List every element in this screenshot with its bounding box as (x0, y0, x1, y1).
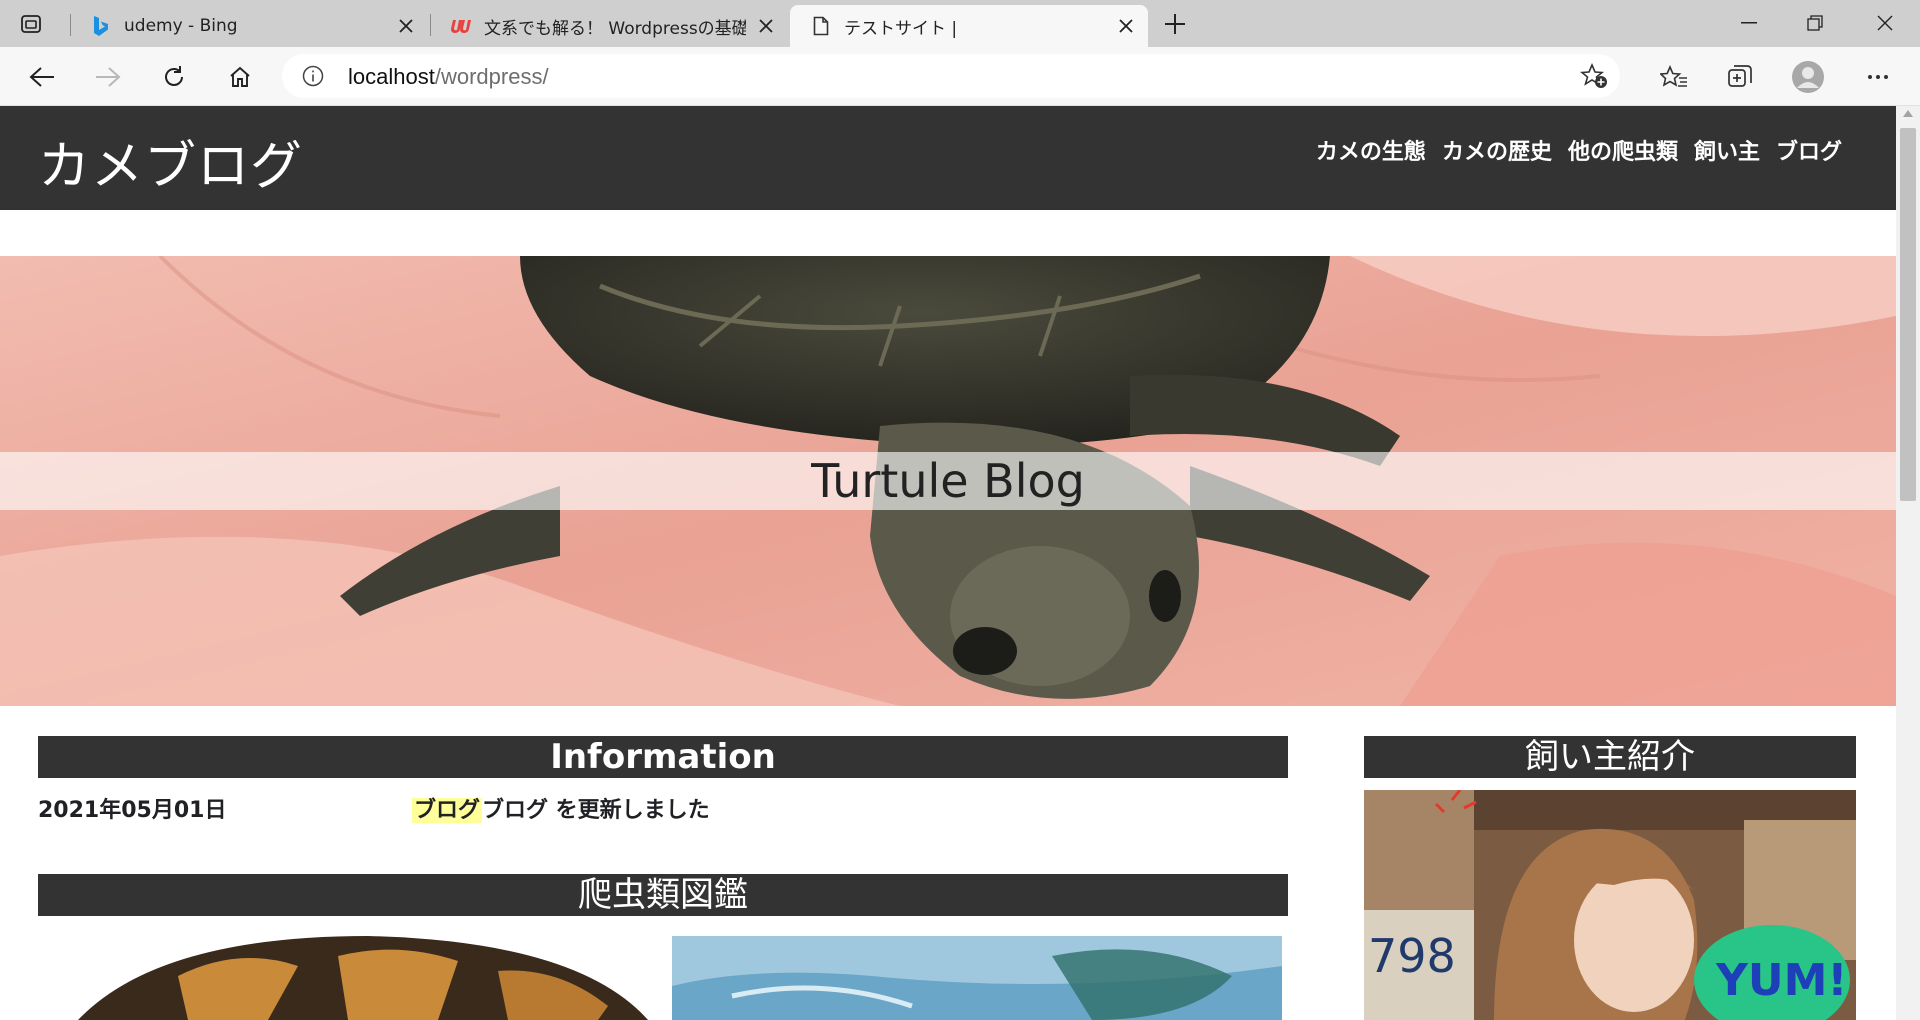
zukan-card-sea-turtle[interactable] (672, 936, 1282, 1020)
home-button[interactable] (220, 57, 260, 97)
tab-udemy[interactable]: 文系でも解る！ Wordpressの基礎( (430, 5, 788, 47)
minimize-icon (1741, 22, 1757, 24)
page-viewport: カメブログ カメの生態 カメの歴史 他の爬虫類 飼い主 ブログ Turtule … (0, 106, 1896, 1020)
favorites-icon (1660, 65, 1687, 87)
udemy-icon (450, 15, 472, 37)
nav-item-owner[interactable]: 飼い主 (1694, 134, 1760, 166)
information-item: 2021年05月01日 ブログブログ を更新しました (38, 792, 1288, 824)
browser-toolbar: localhost/wordpress/ (0, 47, 1920, 106)
settings-menu-button[interactable] (1858, 57, 1898, 97)
owner-photo[interactable]: YUM! 798 (1364, 790, 1856, 1020)
url-text[interactable]: localhost/wordpress/ (348, 64, 549, 90)
arrow-right-icon (96, 67, 121, 87)
add-favorite-icon[interactable] (1580, 63, 1608, 89)
owner-heading: 飼い主紹介 (1364, 736, 1856, 778)
tab-actions-button[interactable] (18, 11, 44, 37)
yum-sign-text: YUM! (1715, 955, 1847, 1006)
collections-icon (1728, 65, 1752, 87)
close-icon[interactable] (754, 14, 778, 38)
information-date: 2021年05月01日 (38, 798, 227, 823)
info-icon[interactable] (302, 65, 324, 87)
site-title[interactable]: カメブログ (38, 124, 303, 199)
restore-button[interactable] (1782, 0, 1848, 46)
information-heading: Information (38, 736, 1288, 778)
close-icon[interactable] (394, 14, 418, 38)
avatar-icon (1792, 61, 1824, 93)
tab-title: udemy - Bing (124, 16, 238, 36)
close-window-button[interactable] (1852, 0, 1918, 46)
tab-title: テストサイト | (844, 18, 958, 39)
refresh-icon (165, 66, 183, 86)
scroll-up-icon[interactable] (1903, 110, 1913, 117)
tab-bing[interactable]: udemy - Bing (70, 5, 428, 47)
close-icon[interactable] (1114, 14, 1138, 38)
nav-item-reptiles[interactable]: 他の爬虫類 (1568, 134, 1678, 166)
nav-item-history[interactable]: カメの歴史 (1442, 134, 1552, 166)
nav-item-blog[interactable]: ブログ (1776, 134, 1842, 166)
tab-test-site[interactable]: テストサイト | (790, 5, 1148, 47)
page-scrollbar[interactable] (1896, 106, 1920, 1020)
profile-button[interactable] (1788, 57, 1828, 97)
plus-icon (1165, 14, 1185, 34)
nav-item-ecology[interactable]: カメの生態 (1316, 134, 1426, 166)
new-tab-button[interactable] (1160, 9, 1190, 39)
url-path: /wordpress/ (434, 64, 549, 89)
site-nav: カメの生態 カメの歴史 他の爬虫類 飼い主 ブログ (1316, 134, 1842, 166)
close-icon (1877, 15, 1893, 31)
url-host: localhost (348, 64, 435, 89)
site-header: カメブログ カメの生態 カメの歴史 他の爬虫類 飼い主 ブログ (0, 106, 1896, 210)
refresh-button[interactable] (154, 57, 194, 97)
hero-image: Turtule Blog (0, 256, 1896, 706)
collections-button[interactable] (1720, 57, 1760, 97)
information-category[interactable]: ブログ (412, 798, 483, 823)
tab-title: 文系でも解る！ Wordpressの基礎( (484, 18, 746, 39)
restore-icon (1807, 15, 1823, 31)
more-icon (1868, 75, 1888, 79)
hero-title: Turtule Blog (811, 454, 1085, 508)
page-icon (810, 15, 832, 37)
arrow-left-icon (29, 67, 54, 87)
home-icon (230, 66, 250, 87)
tab-actions-icon (21, 15, 41, 33)
back-button[interactable] (22, 57, 62, 97)
information-message: ブログブログ を更新しました (412, 792, 710, 824)
address-bar[interactable]: localhost/wordpress/ (282, 54, 1620, 98)
plate-number-text: 798 (1368, 929, 1456, 983)
minimize-button[interactable] (1716, 0, 1782, 46)
scrollbar-thumb[interactable] (1900, 128, 1916, 501)
information-text[interactable]: ブログ を更新しました (482, 798, 710, 823)
tab-strip: udemy - Bing 文系でも解る！ Wordpressの基礎( テストサイ… (0, 0, 1920, 47)
bing-icon (90, 15, 112, 37)
zukan-heading: 爬虫類図鑑 (38, 874, 1288, 916)
forward-button[interactable] (88, 57, 128, 97)
favorites-button[interactable] (1654, 57, 1694, 97)
zukan-card-tortoise[interactable] (38, 936, 656, 1020)
